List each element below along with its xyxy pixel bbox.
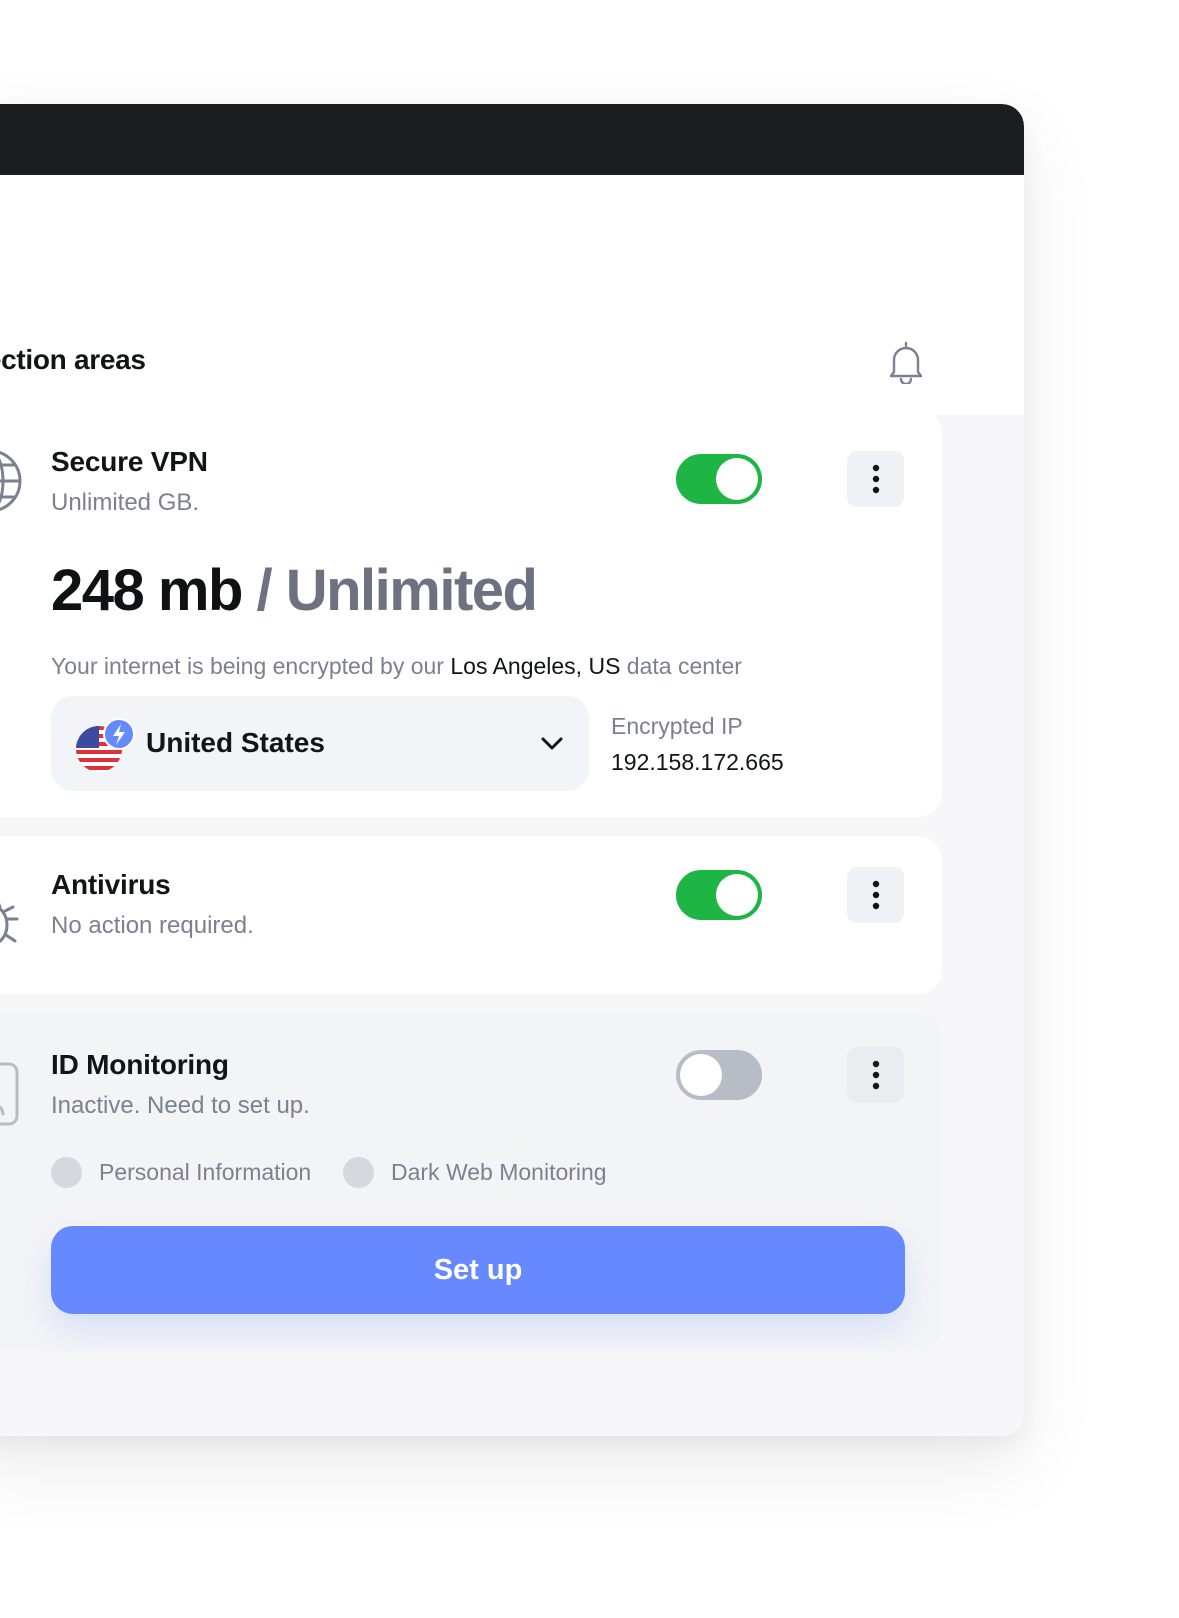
page-title: otection areas [0, 344, 146, 375]
lightning-bolt-icon [103, 718, 135, 750]
vpn-more-button[interactable] [847, 451, 904, 507]
chip-personal-information: Personal Information [51, 1157, 311, 1188]
antivirus-subtitle: No action required. [51, 912, 254, 939]
data-center-city: Los Angeles, US [450, 653, 621, 679]
encryption-info: Your internet is being encrypted by our … [51, 653, 742, 680]
status-dot [51, 1157, 82, 1188]
more-vertical-icon [872, 1060, 879, 1090]
more-vertical-icon [872, 880, 879, 910]
antivirus-title: Antivirus [51, 869, 171, 900]
status-dot [343, 1157, 374, 1188]
id-monitoring-card: ID Monitoring Inactive. Need to set up. … [0, 1014, 942, 1351]
antivirus-more-button[interactable] [847, 867, 904, 923]
globe-icon [0, 451, 22, 511]
info-prefix: Your internet is being encrypted by our [51, 653, 451, 679]
toggle-knob [680, 1054, 722, 1096]
chip-dark-web-monitoring: Dark Web Monitoring [343, 1157, 607, 1188]
bug-icon [0, 903, 19, 944]
vpn-usage: 248 mb / Unlimited [51, 557, 538, 624]
usage-used: 248 mb [51, 558, 243, 623]
chip-label: Personal Information [99, 1159, 312, 1185]
chip-label: Dark Web Monitoring [391, 1159, 607, 1185]
encrypted-ip-label: Encrypted IP [611, 713, 743, 739]
info-suffix: data center [620, 653, 742, 679]
toggle-knob [716, 874, 758, 916]
notifications-button[interactable] [870, 328, 942, 396]
vpn-subtitle: Unlimited GB. [51, 489, 200, 516]
id-badge-icon [0, 1062, 19, 1126]
vpn-card: Secure VPN Unlimited GB. 248 mb / Unlimi… [0, 409, 942, 817]
chevron-down-icon [541, 737, 563, 750]
id-monitoring-title: ID Monitoring [51, 1049, 229, 1080]
location-label: United States [146, 727, 325, 758]
toggle-knob [716, 458, 758, 500]
app-window: otection areas Secure VPN Unlimited GB. … [0, 104, 1024, 1436]
id-monitoring-toggle[interactable] [676, 1050, 762, 1100]
vpn-title: Secure VPN [51, 446, 208, 477]
bell-icon [889, 341, 923, 384]
usage-total: / Unlimited [241, 558, 538, 623]
us-flag-icon [76, 718, 135, 772]
vpn-toggle[interactable] [676, 454, 762, 504]
id-monitoring-more-button[interactable] [847, 1047, 904, 1103]
antivirus-card: Antivirus No action required. [0, 836, 942, 994]
more-vertical-icon [872, 464, 879, 494]
title-bar [0, 104, 1024, 175]
setup-button[interactable]: Set up [51, 1226, 905, 1314]
id-monitoring-subtitle: Inactive. Need to set up. [51, 1092, 310, 1119]
location-select[interactable]: United States [51, 696, 589, 791]
encrypted-ip-value: 192.158.172.665 [611, 749, 784, 775]
antivirus-toggle[interactable] [676, 870, 762, 920]
